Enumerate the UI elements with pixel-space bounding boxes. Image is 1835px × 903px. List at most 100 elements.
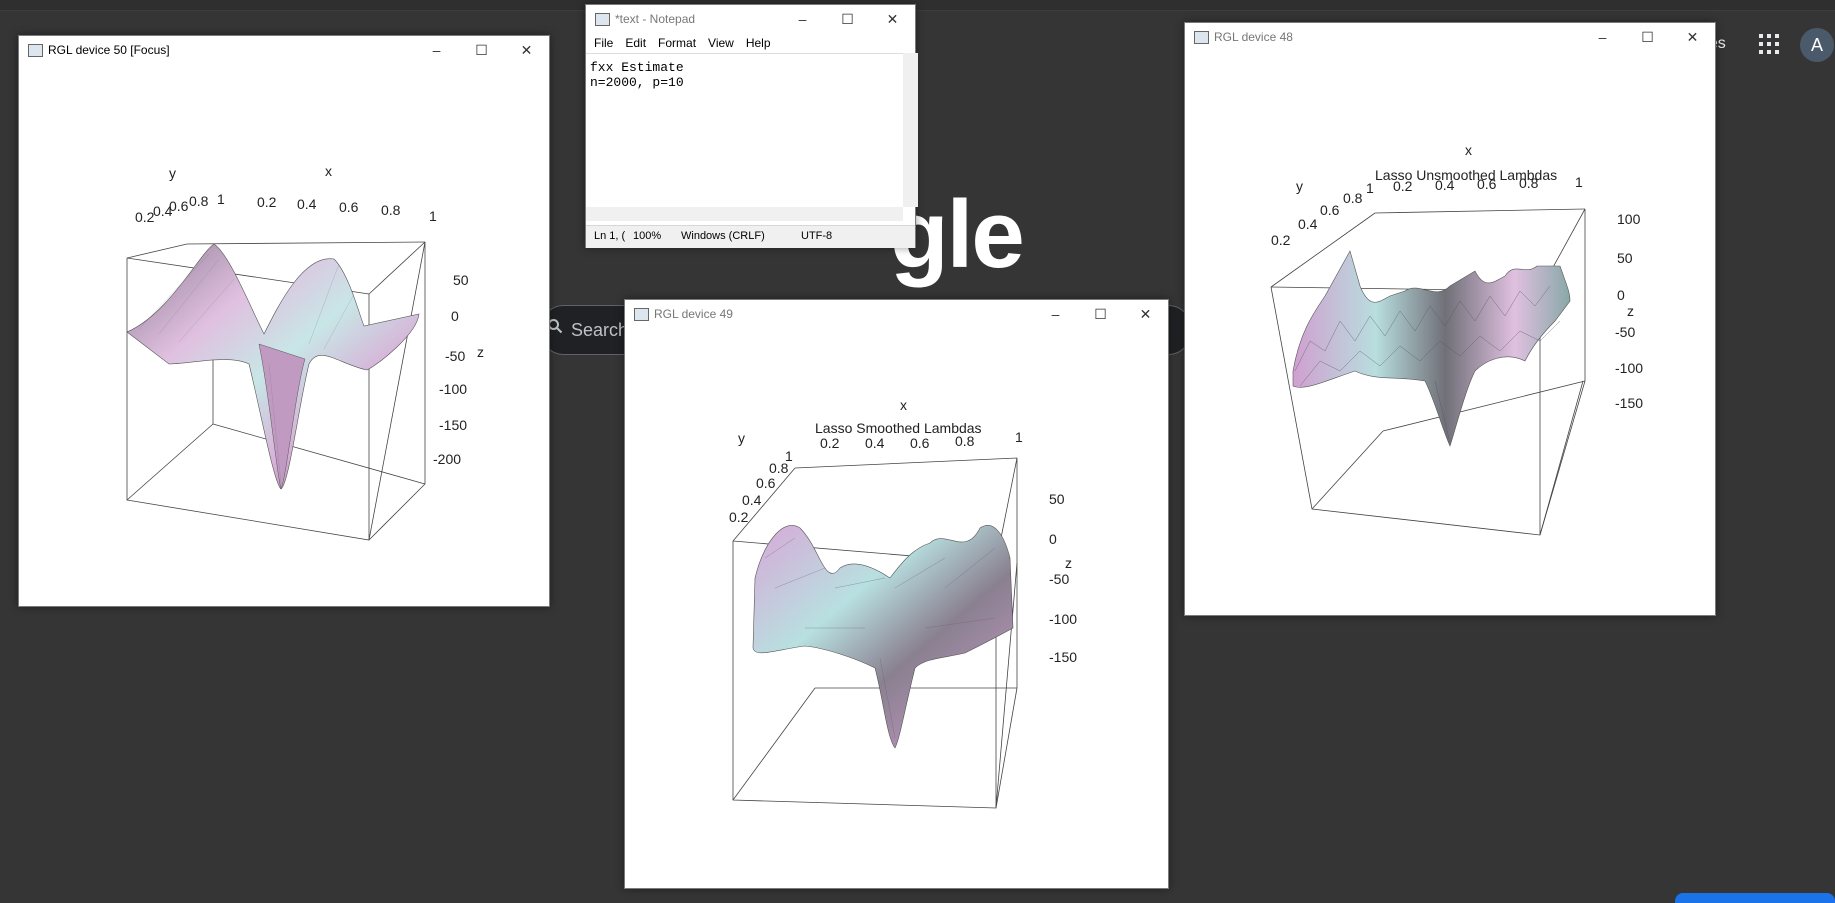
close-button[interactable]: ✕	[504, 36, 549, 64]
rgl-device-49-window[interactable]: RGL device 49 – ☐ ✕ Lasso Smoothed Lambd…	[624, 299, 1169, 889]
y-tick-label: 0.4	[742, 492, 762, 508]
menu-view[interactable]: View	[708, 33, 734, 53]
x-tick-label: 0.6	[1477, 176, 1497, 192]
z-tick-label: -100	[1615, 360, 1643, 376]
x-tick-label: 0.2	[257, 194, 277, 210]
status-zoom: 100%	[633, 230, 662, 242]
status-bar: Ln 1, ( 100% Windows (CRLF) UTF-8	[586, 225, 915, 248]
maximize-button[interactable]: ☐	[1078, 300, 1123, 328]
z-tick-label: -50	[1615, 324, 1635, 340]
z-axis-label: z	[477, 344, 484, 360]
x-axis-label: x	[325, 163, 332, 179]
y-tick-label: 0.8	[1343, 190, 1363, 206]
titlebar[interactable]: RGL device 50 [Focus] – ☐ ✕	[19, 36, 549, 64]
y-tick-label: 0.6	[169, 198, 189, 214]
y-tick-label: 1	[1366, 180, 1374, 196]
surface-mesh	[752, 525, 1014, 749]
minimize-button[interactable]: –	[1033, 300, 1078, 328]
x-axis-label: x	[1465, 142, 1472, 158]
status-eol: Windows (CRLF)	[681, 230, 765, 242]
apps-grid-icon[interactable]	[1759, 34, 1779, 54]
x-tick-label: 0.2	[1393, 178, 1413, 194]
y-axis-label: y	[1296, 178, 1303, 194]
x-tick-label: 0.4	[297, 196, 317, 212]
z-tick-label: -200	[433, 451, 461, 467]
titlebar[interactable]: RGL device 48 – ☐ ✕	[1185, 23, 1715, 51]
surface-mesh	[1292, 250, 1571, 447]
rgl-device-50-window[interactable]: RGL device 50 [Focus] – ☐ ✕ x y z 0.2 0.…	[18, 35, 550, 607]
surface-plot-fxx[interactable]: x y z 0.2 0.4 0.6 0.8 1 0.2 0.4 0.6 0.8 …	[19, 64, 549, 604]
y-tick-label: 0.2	[1271, 232, 1291, 248]
window-title: *text - Notepad	[615, 12, 696, 26]
window-title: RGL device 49	[654, 307, 733, 321]
z-tick-label: 100	[1617, 211, 1641, 227]
y-tick-label: 0.4	[1298, 216, 1318, 232]
text-line: n=2000, p=10	[590, 75, 684, 90]
x-axis-label: x	[900, 397, 907, 413]
window-app-icon	[28, 44, 43, 57]
z-tick-label: -50	[445, 348, 465, 364]
y-tick-label: 0.2	[135, 209, 155, 225]
surface-plot-lasso-smoothed[interactable]: Lasso Smoothed Lambdas x y z 0.2 0.4 0.6…	[625, 328, 1168, 888]
x-tick-label: 0.8	[1519, 175, 1539, 191]
search-placeholder: Search	[571, 320, 629, 340]
titlebar[interactable]: *text - Notepad – ☐ ✕	[586, 5, 915, 33]
vertical-scrollbar[interactable]	[903, 53, 918, 207]
z-tick-label: 0	[1049, 531, 1057, 547]
z-tick-label: 0	[451, 308, 459, 324]
minimize-button[interactable]: –	[414, 36, 459, 64]
z-tick-label: 50	[1617, 250, 1633, 266]
z-axis-label: z	[1065, 555, 1072, 571]
close-button[interactable]: ✕	[870, 5, 915, 33]
x-tick-label: 0.2	[820, 435, 840, 451]
y-tick-label: 1	[785, 448, 793, 464]
y-axis-label: y	[169, 165, 176, 181]
status-encoding: UTF-8	[801, 230, 833, 242]
surface-plot-lasso-unsmoothed[interactable]: Lasso Unsmoothed Lambdas x y z 0.2 0.4 0…	[1185, 51, 1715, 615]
close-button[interactable]: ✕	[1123, 300, 1168, 328]
menu-file[interactable]: File	[594, 33, 613, 53]
blue-popup-edge	[1675, 893, 1835, 903]
y-tick-label: 1	[217, 191, 225, 207]
x-tick-label: 1	[1575, 174, 1583, 190]
x-tick-label: 1	[429, 208, 437, 224]
z-tick-label: -150	[1049, 649, 1077, 665]
titlebar[interactable]: RGL device 49 – ☐ ✕	[625, 300, 1168, 328]
y-tick-label: 0.6	[756, 475, 776, 491]
z-tick-label: 0	[1617, 287, 1625, 303]
horizontal-scrollbar[interactable]	[586, 207, 903, 221]
menu-help[interactable]: Help	[746, 33, 771, 53]
x-tick-label: 0.4	[1435, 177, 1455, 193]
x-tick-label: 0.6	[339, 199, 359, 215]
menu-bar: File Edit Format View Help	[586, 33, 915, 53]
z-tick-label: -50	[1049, 571, 1069, 587]
account-avatar[interactable]: A	[1800, 28, 1834, 62]
x-tick-label: 0.4	[865, 435, 885, 451]
text-line: fxx Estimate	[590, 60, 684, 75]
y-tick-label: 0.2	[729, 509, 749, 525]
rgl-device-48-window[interactable]: RGL device 48 – ☐ ✕ Lasso Unsmoothed Lam…	[1184, 22, 1716, 616]
maximize-button[interactable]: ☐	[1625, 23, 1670, 51]
z-tick-label: -100	[1049, 611, 1077, 627]
close-button[interactable]: ✕	[1670, 23, 1715, 51]
text-editor-area[interactable]: fxx Estimate n=2000, p=10	[586, 53, 903, 207]
window-title: RGL device 48	[1214, 30, 1293, 44]
menu-format[interactable]: Format	[658, 33, 696, 53]
maximize-button[interactable]: ☐	[459, 36, 504, 64]
z-tick-label: -150	[1615, 395, 1643, 411]
notepad-window[interactable]: *text - Notepad – ☐ ✕ File Edit Format View…	[585, 4, 918, 248]
z-axis-label: z	[1627, 303, 1634, 319]
browser-top-strip	[0, 0, 1835, 11]
y-axis-label: y	[738, 430, 745, 446]
minimize-button[interactable]: –	[1580, 23, 1625, 51]
minimize-button[interactable]: –	[780, 5, 825, 33]
notepad-app-icon	[595, 13, 610, 26]
window-title: RGL device 50 [Focus]	[48, 43, 170, 57]
y-tick-label: 0.8	[189, 193, 209, 209]
z-tick-label: -100	[439, 381, 467, 397]
window-app-icon	[634, 308, 649, 321]
menu-edit[interactable]: Edit	[625, 33, 646, 53]
window-app-icon	[1194, 31, 1209, 44]
y-tick-label: 0.6	[1320, 202, 1340, 218]
maximize-button[interactable]: ☐	[825, 5, 870, 33]
